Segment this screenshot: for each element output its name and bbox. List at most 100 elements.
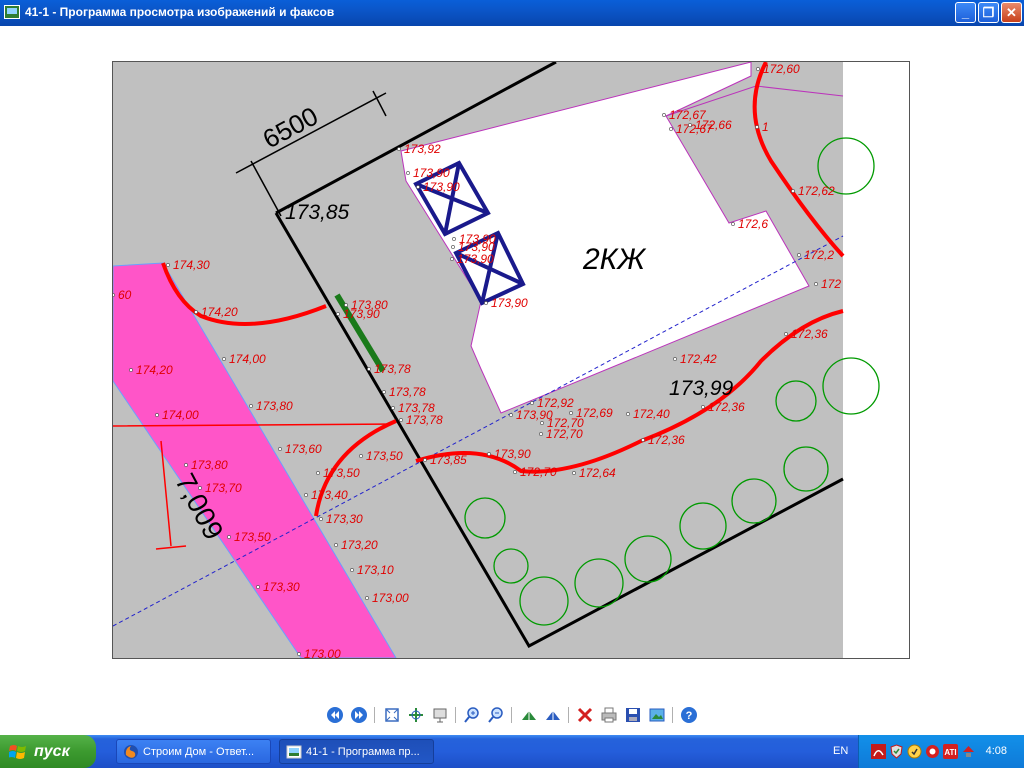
level-label: 172,36: [708, 400, 745, 414]
level-point: [350, 568, 354, 572]
image-viewer-app-icon[interactable]: [4, 5, 20, 19]
level-label: 173,80: [256, 399, 293, 413]
start-label: пуск: [34, 743, 70, 760]
level-point: [382, 390, 386, 394]
level-point: [249, 404, 253, 408]
toolbar-separator: [672, 707, 673, 723]
level-label: 173,30: [326, 512, 363, 526]
level-point: [304, 493, 308, 497]
level-label: 1: [762, 120, 769, 134]
level-point: [198, 486, 202, 490]
taskbar-label: Строим Дом - Ответ...: [143, 746, 255, 758]
level-point: [731, 222, 735, 226]
level-label: 172,64: [579, 466, 616, 480]
level-label: 60: [118, 288, 132, 302]
level-label: 172: [821, 277, 841, 291]
level-label: 173,90: [343, 307, 380, 321]
actual-size-button[interactable]: [407, 706, 425, 724]
rotate-counterclockwise-button[interactable]: [544, 706, 562, 724]
help-button[interactable]: ?: [680, 706, 698, 724]
edit-icon: [649, 708, 665, 722]
toolbar-separator: [374, 707, 375, 723]
taskbar: пуск Строим Дом - Ответ... 41-1 - Програ…: [0, 735, 1024, 768]
system-tray: ATI 4:08: [858, 735, 1024, 768]
next-image-button[interactable]: [350, 706, 368, 724]
level-label: 173,78: [374, 362, 411, 376]
building-label: 2КЖ: [582, 243, 646, 276]
zoom-out-button[interactable]: [487, 706, 505, 724]
maximize-button[interactable]: ❐: [978, 2, 999, 23]
security-shield-icon[interactable]: [889, 744, 904, 759]
level-label: 174,00: [229, 352, 266, 366]
level-point: [791, 189, 795, 193]
start-button[interactable]: пуск: [0, 735, 96, 768]
level-label: 173,10: [357, 563, 394, 577]
level-label: 173,50: [323, 466, 360, 480]
level-point: [626, 412, 630, 416]
level-label: 174,20: [201, 305, 238, 319]
open-editor-button[interactable]: [648, 706, 666, 724]
elevation-big-2: 173,99: [669, 377, 734, 400]
level-label: 173,00: [372, 591, 409, 605]
firefox-icon: [124, 745, 138, 759]
close-button[interactable]: ✕: [1001, 2, 1022, 23]
language-indicator[interactable]: EN: [833, 745, 848, 757]
previous-image-button[interactable]: [326, 706, 344, 724]
image-viewer-icon: [286, 745, 302, 759]
level-label: 174,20: [136, 363, 173, 377]
taskbar-label: 41-1 - Программа пр...: [306, 746, 420, 758]
zoom-in-button[interactable]: [463, 706, 481, 724]
level-label: 173,90: [457, 252, 494, 266]
delete-button[interactable]: [576, 706, 594, 724]
antivirus-icon[interactable]: [925, 744, 940, 759]
level-point: [756, 67, 760, 71]
minimize-button[interactable]: _: [955, 2, 976, 23]
slideshow-button[interactable]: [431, 706, 449, 724]
level-point: [641, 438, 645, 442]
level-point: [487, 452, 491, 456]
svg-text:ATI: ATI: [944, 748, 956, 757]
next-icon: [351, 707, 367, 723]
viewer-client-area: 6500 7,009 2КЖ 173,85 173,99 173,92 173,9…: [0, 26, 1024, 735]
level-label: 172,62: [798, 184, 835, 198]
slideshow-icon: [433, 708, 447, 723]
level-label: 173,80: [191, 458, 228, 472]
svg-text:?: ?: [686, 710, 693, 722]
actual-size-icon: [409, 708, 423, 722]
level-point: [416, 185, 420, 189]
level-label: 173,90: [494, 447, 531, 461]
window-title-bar[interactable]: 41-1 - Программа просмотра изображений и…: [0, 0, 1024, 26]
save-copy-button[interactable]: [624, 706, 642, 724]
level-point: [222, 357, 226, 361]
level-point: [316, 471, 320, 475]
site-plan-drawing[interactable]: 6500 7,009 2КЖ 173,85 173,99 173,92173,9…: [113, 62, 909, 658]
rotate-clockwise-button[interactable]: [520, 706, 538, 724]
elevation-big-1: 173,85: [285, 201, 350, 224]
level-point: [450, 257, 454, 261]
best-fit-button[interactable]: [383, 706, 401, 724]
restore-icon: ❐: [982, 5, 995, 20]
level-label: 173,60: [285, 442, 322, 456]
update-icon[interactable]: [907, 744, 922, 759]
taskbar-button-firefox[interactable]: Строим Дом - Ответ...: [116, 739, 271, 764]
level-point: [572, 471, 576, 475]
taskbar-button-image-viewer[interactable]: 41-1 - Программа пр...: [279, 739, 434, 764]
level-point: [814, 282, 818, 286]
prev-icon: [327, 707, 343, 723]
print-button[interactable]: [600, 706, 618, 724]
level-point: [129, 368, 133, 372]
acrobat-icon[interactable]: [871, 744, 886, 759]
level-point: [688, 123, 692, 127]
ati-icon[interactable]: ATI: [943, 744, 958, 759]
level-label: 173,40: [311, 488, 348, 502]
level-point: [367, 367, 371, 371]
level-label: 172,2: [804, 248, 834, 262]
image-frame: 6500 7,009 2КЖ 173,85 173,99 173,92 173,9…: [112, 61, 910, 659]
level-label: 172,70: [520, 465, 557, 479]
level-label: 173,92: [404, 142, 441, 156]
safely-remove-icon[interactable]: [961, 744, 976, 759]
level-point: [194, 310, 198, 314]
level-label: 173,90: [491, 296, 528, 310]
level-point: [423, 458, 427, 462]
level-label: 172,66: [695, 118, 732, 132]
